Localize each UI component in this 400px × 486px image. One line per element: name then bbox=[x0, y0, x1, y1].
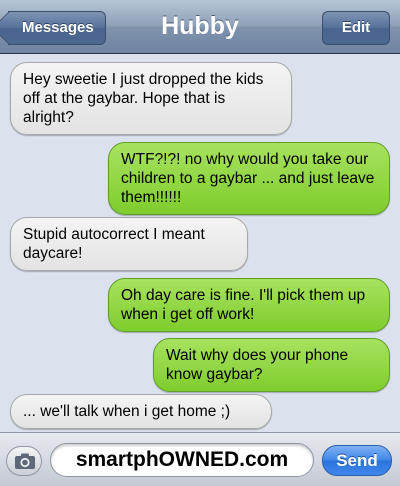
message-text-field[interactable]: smartphOWNED.com bbox=[50, 443, 314, 477]
message-text: Hey sweetie I just dropped the kids off … bbox=[23, 71, 264, 126]
message-input-bar: smartphOWNED.com Send bbox=[0, 432, 400, 486]
message-text: Oh day care is fine. I'll pick them up w… bbox=[121, 287, 366, 323]
message-bubble-incoming: ... we'll talk when i get home ;) bbox=[10, 394, 272, 429]
message-bubble-incoming: Hey sweetie I just dropped the kids off … bbox=[10, 62, 292, 135]
message-bubble-outgoing: Oh day care is fine. I'll pick them up w… bbox=[108, 278, 390, 332]
message-thread: Hey sweetie I just dropped the kids off … bbox=[0, 54, 400, 429]
message-bubble-incoming: Stupid autocorrect I meant daycare! bbox=[10, 217, 248, 271]
back-button-label: Messages bbox=[22, 19, 94, 36]
send-button[interactable]: Send bbox=[322, 445, 392, 476]
message-text: Wait why does your phone know gaybar? bbox=[166, 347, 349, 383]
edit-button[interactable]: Edit bbox=[322, 11, 390, 45]
camera-button[interactable] bbox=[6, 446, 42, 476]
navigation-bar: Messages Hubby Edit bbox=[0, 0, 400, 54]
message-text: WTF?!?! no why would you take our childr… bbox=[121, 151, 375, 206]
camera-icon bbox=[15, 453, 35, 469]
message-bubble-outgoing: WTF?!?! no why would you take our childr… bbox=[108, 142, 390, 215]
message-text: ... we'll talk when i get home ;) bbox=[23, 403, 231, 420]
message-text: Stupid autocorrect I meant daycare! bbox=[23, 226, 205, 262]
message-bubble-outgoing: Wait why does your phone know gaybar? bbox=[153, 338, 390, 392]
